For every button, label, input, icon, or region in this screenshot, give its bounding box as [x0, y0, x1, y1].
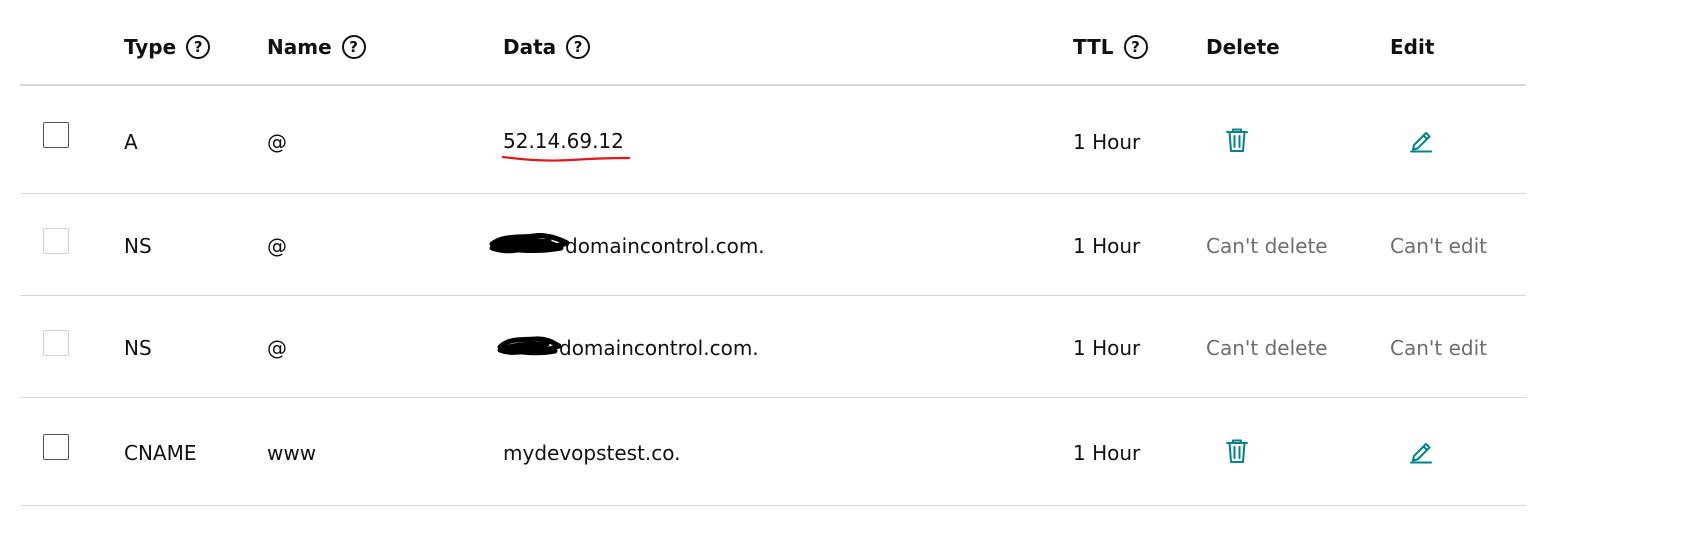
column-header-name: Name ? — [267, 33, 366, 61]
record-data: domaincontrol.com. — [565, 234, 765, 258]
record-name: @ — [267, 130, 287, 154]
question-circle-icon[interactable]: ? — [566, 35, 591, 59]
record-data-cell: 52.14.69.12 — [501, 127, 631, 162]
dns-records-table: Type ? Name ? Data ? TTL ? Delete Edit A… — [20, 0, 1526, 547]
delete-record-button[interactable] — [1222, 436, 1252, 466]
record-type: NS — [124, 234, 152, 258]
edit-record-button[interactable] — [1406, 436, 1436, 466]
table-row: A @ 52.14.69.12 1 Hour — [20, 86, 1526, 194]
row-select-checkbox[interactable] — [43, 434, 69, 460]
edit-record-button[interactable] — [1406, 125, 1436, 155]
table-row: CNAME www mydevopstest.co. 1 Hour — [20, 398, 1526, 506]
column-header-ttl: TTL ? — [1073, 33, 1148, 61]
column-header-edit-label: Edit — [1390, 35, 1435, 59]
cant-edit-text: Can't edit — [1390, 336, 1487, 360]
trash-icon — [1226, 439, 1248, 463]
pencil-icon — [1410, 132, 1432, 153]
record-name: @ — [267, 234, 287, 258]
column-header-data-label: Data — [503, 35, 557, 59]
pencil-icon — [1410, 443, 1432, 464]
column-header-edit: Edit — [1390, 33, 1434, 61]
delete-record-button[interactable] — [1222, 125, 1252, 155]
record-data: domaincontrol.com. — [559, 336, 759, 360]
record-ttl: 1 Hour — [1073, 234, 1141, 258]
cant-delete-text: Can't delete — [1206, 234, 1328, 258]
column-header-type: Type ? — [124, 33, 211, 61]
annotation-underline — [501, 155, 631, 162]
record-ttl: 1 Hour — [1073, 336, 1141, 360]
record-ttl: 1 Hour — [1073, 441, 1141, 465]
record-name: www — [267, 441, 317, 465]
record-type: A — [124, 130, 138, 154]
record-ttl: 1 Hour — [1073, 130, 1141, 154]
column-header-name-label: Name — [267, 35, 332, 59]
record-name: @ — [267, 336, 287, 360]
trash-icon — [1226, 128, 1248, 152]
table-header: Type ? Name ? Data ? TTL ? Delete Edit — [20, 0, 1526, 86]
column-header-delete-label: Delete — [1206, 35, 1280, 59]
column-header-data: Data ? — [503, 33, 591, 61]
column-header-type-label: Type — [124, 35, 177, 59]
record-data: mydevopstest.co. — [503, 441, 681, 465]
table-row: NS @ domaincontrol.com. 1 Hour Can't del… — [20, 296, 1526, 398]
question-circle-icon[interactable]: ? — [1123, 35, 1148, 59]
record-data-cell: domaincontrol.com. — [497, 334, 759, 362]
row-select-checkbox — [43, 330, 69, 356]
row-select-checkbox — [43, 228, 69, 254]
record-type: CNAME — [124, 441, 197, 465]
table-row: NS @ domaincontrol.com. 1 Hour Can't del… — [20, 194, 1526, 296]
cant-delete-text: Can't delete — [1206, 336, 1328, 360]
column-header-ttl-label: TTL — [1073, 35, 1114, 59]
column-header-delete: Delete — [1206, 33, 1280, 61]
record-data: 52.14.69.12 — [503, 129, 624, 153]
redaction-scribble — [489, 233, 569, 254]
question-circle-icon[interactable]: ? — [341, 35, 366, 59]
cant-edit-text: Can't edit — [1390, 234, 1487, 258]
row-select-checkbox[interactable] — [43, 122, 69, 148]
record-type: NS — [124, 336, 152, 360]
redaction-scribble — [497, 336, 561, 356]
record-data-cell: domaincontrol.com. — [489, 232, 765, 260]
question-circle-icon[interactable]: ? — [186, 35, 211, 59]
